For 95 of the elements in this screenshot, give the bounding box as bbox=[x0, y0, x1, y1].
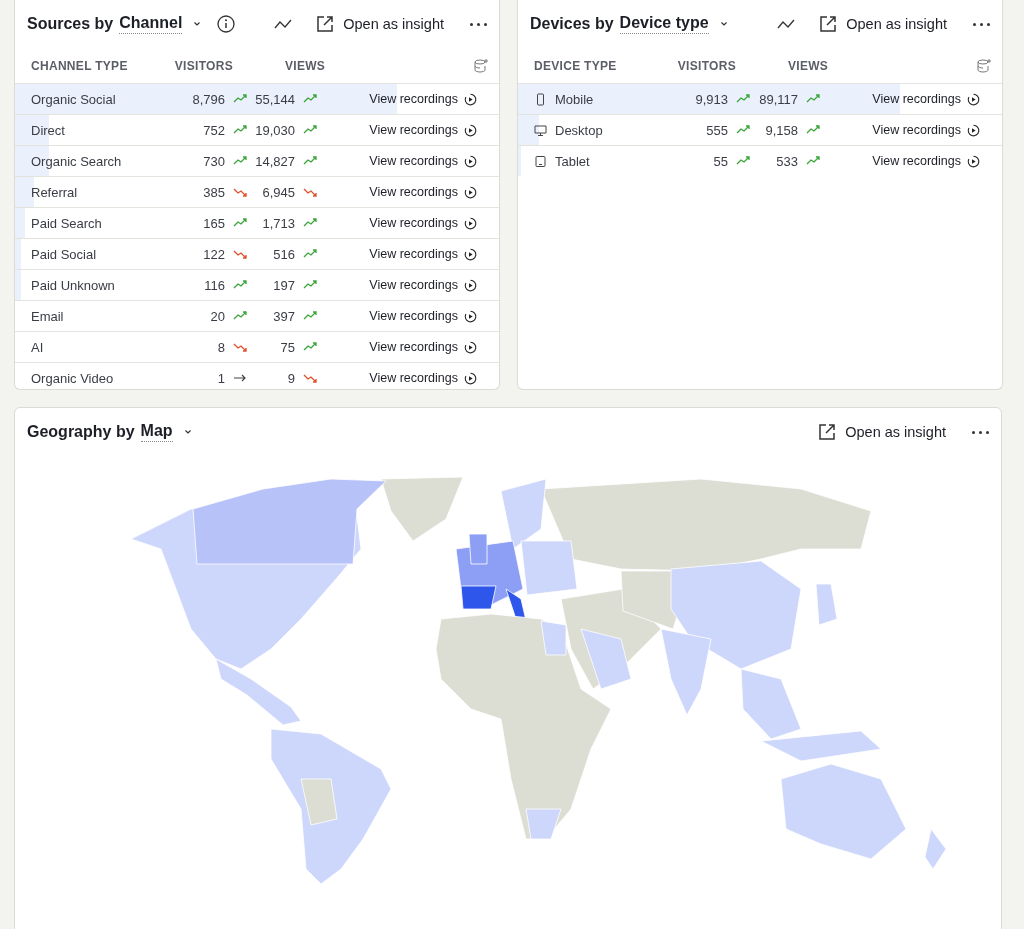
play-icon bbox=[464, 247, 477, 261]
view-recordings-button[interactable]: View recordings bbox=[872, 123, 980, 137]
table-cell: 752 bbox=[203, 122, 225, 138]
view-recordings-button[interactable]: View recordings bbox=[872, 154, 980, 168]
play-icon bbox=[464, 185, 477, 199]
table-cell: 55,144 bbox=[255, 91, 295, 107]
table-cell: 385 bbox=[203, 184, 225, 200]
table-cell: 397 bbox=[273, 308, 295, 324]
database-add-icon[interactable] bbox=[473, 57, 489, 74]
view-recordings-button[interactable]: View recordings bbox=[369, 185, 477, 199]
view-recordings-button[interactable]: View recordings bbox=[369, 247, 477, 261]
column-header: CHANNEL TYPE bbox=[31, 58, 129, 73]
play-icon bbox=[464, 92, 477, 106]
card-title: Geography by bbox=[27, 423, 135, 441]
table-cell: Paid Search bbox=[31, 215, 102, 231]
external-link-icon bbox=[817, 422, 838, 442]
table-cell: Mobile bbox=[555, 91, 594, 107]
table-cell: 19,030 bbox=[255, 122, 295, 138]
column-header: VISITORS bbox=[173, 58, 234, 73]
table-cell: 6,945 bbox=[262, 184, 295, 200]
table-cell: Organic Social bbox=[31, 91, 116, 107]
table-cell: AI bbox=[31, 339, 44, 355]
more-button[interactable] bbox=[972, 430, 989, 434]
view-recordings-button[interactable]: View recordings bbox=[369, 278, 477, 292]
monitor-icon bbox=[534, 123, 547, 137]
view-recordings-button[interactable]: View recordings bbox=[369, 309, 477, 323]
table-cell: 14,827 bbox=[255, 153, 295, 169]
table-cell: 730 bbox=[203, 153, 225, 169]
table-cell: 516 bbox=[273, 246, 295, 262]
play-icon bbox=[464, 154, 477, 168]
column-header: DEVICE TYPE bbox=[534, 58, 618, 73]
table-cell: 20 bbox=[210, 308, 225, 324]
table-cell: Organic Search bbox=[31, 153, 122, 169]
view-recordings-button[interactable]: View recordings bbox=[369, 154, 477, 168]
column-header: VIEWS bbox=[284, 58, 327, 73]
open-as-insight-button[interactable]: Open as insight bbox=[315, 14, 444, 34]
view-recordings-button[interactable]: View recordings bbox=[369, 92, 477, 106]
view-recordings-button[interactable]: View recordings bbox=[369, 371, 477, 385]
play-icon bbox=[464, 340, 477, 354]
play-icon bbox=[464, 123, 477, 137]
table-cell: Direct bbox=[31, 122, 65, 138]
table-cell: 165 bbox=[203, 215, 225, 231]
table-cell: 1,713 bbox=[262, 215, 295, 231]
table-cell: 122 bbox=[203, 246, 225, 262]
table-cell: 9 bbox=[287, 370, 295, 386]
play-icon bbox=[967, 123, 980, 137]
play-icon bbox=[464, 371, 477, 385]
view-recordings-button[interactable]: View recordings bbox=[369, 216, 477, 230]
more-button[interactable] bbox=[973, 22, 990, 26]
table-cell: 8 bbox=[217, 339, 225, 355]
tablet-icon bbox=[534, 154, 547, 168]
table-cell: 9,913 bbox=[695, 91, 728, 107]
table-cell: 89,117 bbox=[759, 91, 798, 107]
table-cell: Organic Video bbox=[31, 370, 114, 386]
table-cell: 533 bbox=[776, 153, 798, 169]
open-as-insight-button[interactable]: Open as insight bbox=[817, 422, 946, 442]
table-cell: 116 bbox=[204, 277, 225, 293]
open-as-insight-button[interactable]: Open as insight bbox=[818, 14, 947, 34]
external-link-icon bbox=[315, 14, 336, 34]
play-icon bbox=[464, 309, 477, 323]
play-icon bbox=[967, 92, 980, 106]
more-icon bbox=[972, 430, 989, 434]
card-title: Devices by bbox=[530, 15, 614, 33]
more-icon bbox=[973, 22, 990, 26]
table-cell: 8,796 bbox=[192, 91, 225, 107]
view-recordings-button[interactable]: View recordings bbox=[369, 123, 477, 137]
database-add-icon[interactable] bbox=[976, 57, 992, 74]
breakdown-dropdown[interactable]: Device type bbox=[619, 14, 709, 34]
more-icon bbox=[470, 22, 487, 26]
table-cell: Paid Social bbox=[31, 246, 97, 262]
table-cell: 55 bbox=[713, 153, 728, 169]
column-header: VIEWS bbox=[787, 58, 830, 73]
play-icon bbox=[967, 154, 980, 168]
table-cell: Email bbox=[31, 308, 64, 324]
info-icon[interactable] bbox=[216, 14, 237, 34]
external-link-icon bbox=[818, 14, 839, 34]
table-cell: Desktop bbox=[555, 122, 603, 138]
breakdown-dropdown[interactable]: Channel bbox=[119, 14, 183, 34]
column-header: VISITORS bbox=[676, 58, 737, 73]
more-button[interactable] bbox=[470, 22, 487, 26]
table-cell: Referral bbox=[31, 184, 78, 200]
table-cell: 197 bbox=[273, 277, 295, 293]
play-icon bbox=[464, 278, 477, 292]
phone-icon bbox=[534, 92, 547, 106]
view-recordings-button[interactable]: View recordings bbox=[369, 340, 477, 354]
table-cell: 1 bbox=[217, 370, 225, 386]
table-cell: 75 bbox=[280, 339, 295, 355]
play-icon bbox=[464, 216, 477, 230]
table-cell: 555 bbox=[706, 122, 728, 138]
view-recordings-button[interactable]: View recordings bbox=[872, 92, 980, 106]
card-title: Sources by bbox=[27, 15, 114, 33]
table-cell: 9,158 bbox=[765, 122, 798, 138]
breakdown-dropdown[interactable]: Map bbox=[140, 422, 173, 442]
table-cell: Paid Unknown bbox=[31, 277, 115, 293]
table-cell: Tablet bbox=[555, 153, 590, 169]
